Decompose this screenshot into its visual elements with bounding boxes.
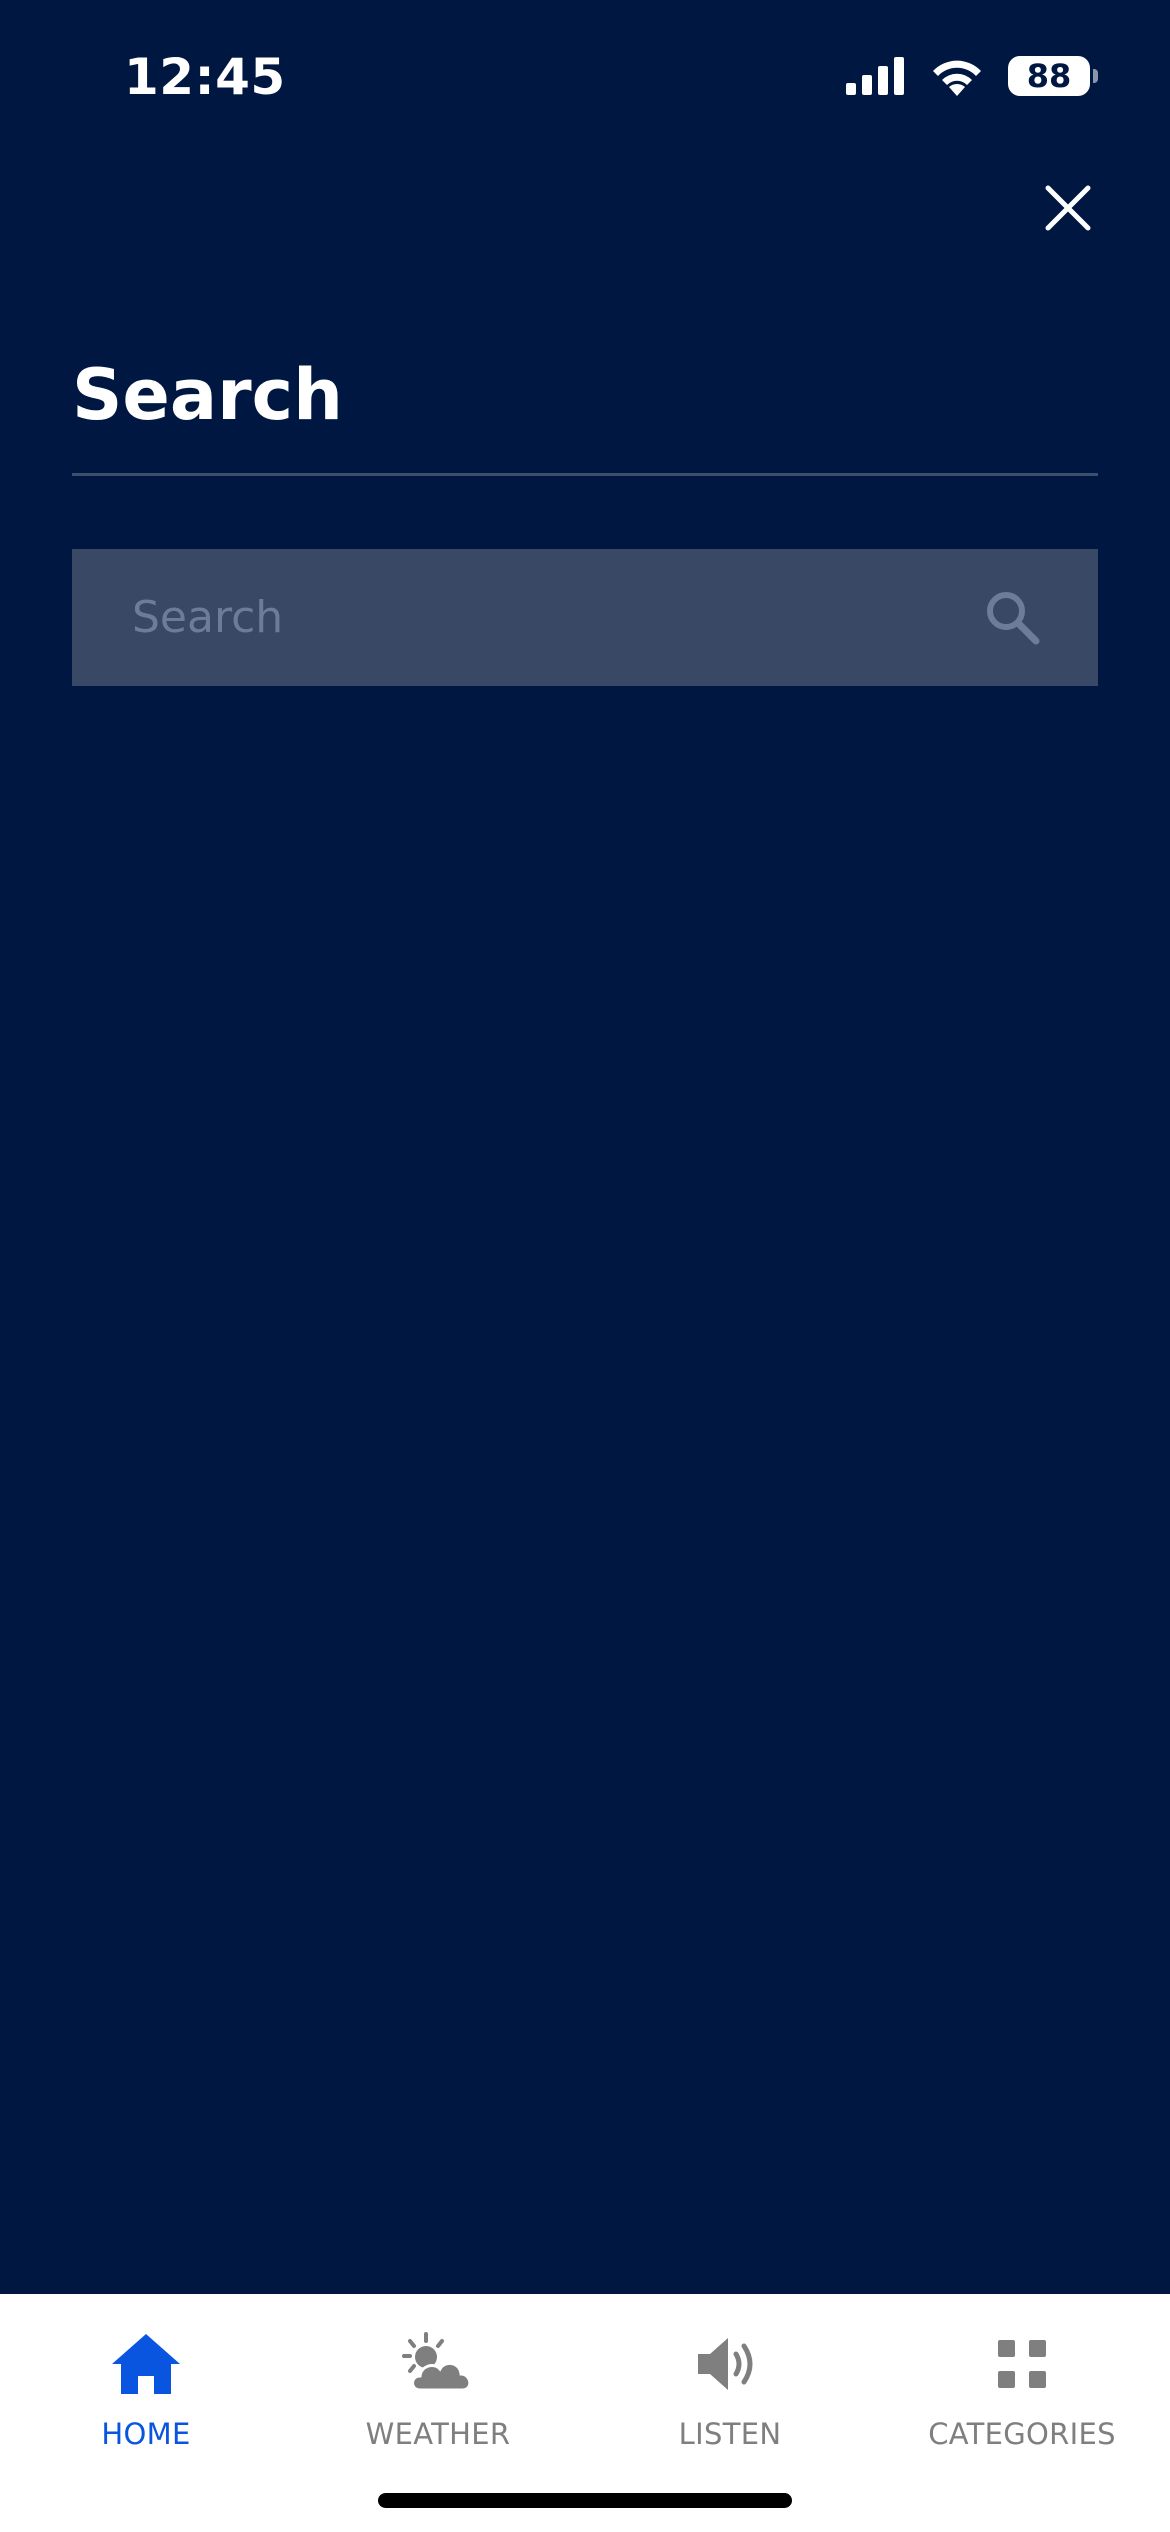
tab-label-weather: WEATHER bbox=[365, 2417, 511, 2451]
tab-label-home: HOME bbox=[101, 2417, 191, 2451]
home-indicator bbox=[378, 2493, 792, 2508]
search-box bbox=[72, 549, 1098, 686]
tab-label-listen: LISTEN bbox=[678, 2417, 782, 2451]
battery-icon: 88 bbox=[1008, 56, 1098, 96]
status-icons: 88 bbox=[846, 56, 1098, 96]
status-time: 12:45 bbox=[124, 48, 286, 106]
speaker-icon bbox=[690, 2324, 770, 2404]
battery-cap bbox=[1093, 69, 1098, 83]
battery-level: 88 bbox=[1026, 57, 1072, 95]
close-button[interactable] bbox=[1030, 170, 1106, 246]
home-icon bbox=[106, 2324, 186, 2404]
tab-weather[interactable]: WEATHER bbox=[292, 2324, 584, 2464]
tab-bar: HOME WEATHER LISTEN CATEGORIES bbox=[0, 2294, 1170, 2532]
search-input[interactable] bbox=[132, 549, 992, 686]
grid-icon bbox=[982, 2324, 1062, 2404]
title-divider bbox=[72, 473, 1098, 476]
status-bar: 12:45 88 bbox=[0, 0, 1170, 150]
tab-home[interactable]: HOME bbox=[0, 2324, 292, 2464]
tab-label-categories: CATEGORIES bbox=[928, 2417, 1116, 2451]
tab-categories[interactable]: CATEGORIES bbox=[876, 2324, 1168, 2464]
weather-icon bbox=[398, 2324, 478, 2404]
cellular-signal-icon bbox=[846, 57, 904, 95]
page-title: Search bbox=[72, 354, 343, 436]
close-icon bbox=[1045, 185, 1091, 231]
search-icon[interactable] bbox=[982, 587, 1042, 647]
tab-listen[interactable]: LISTEN bbox=[584, 2324, 876, 2464]
wifi-icon bbox=[933, 60, 981, 96]
